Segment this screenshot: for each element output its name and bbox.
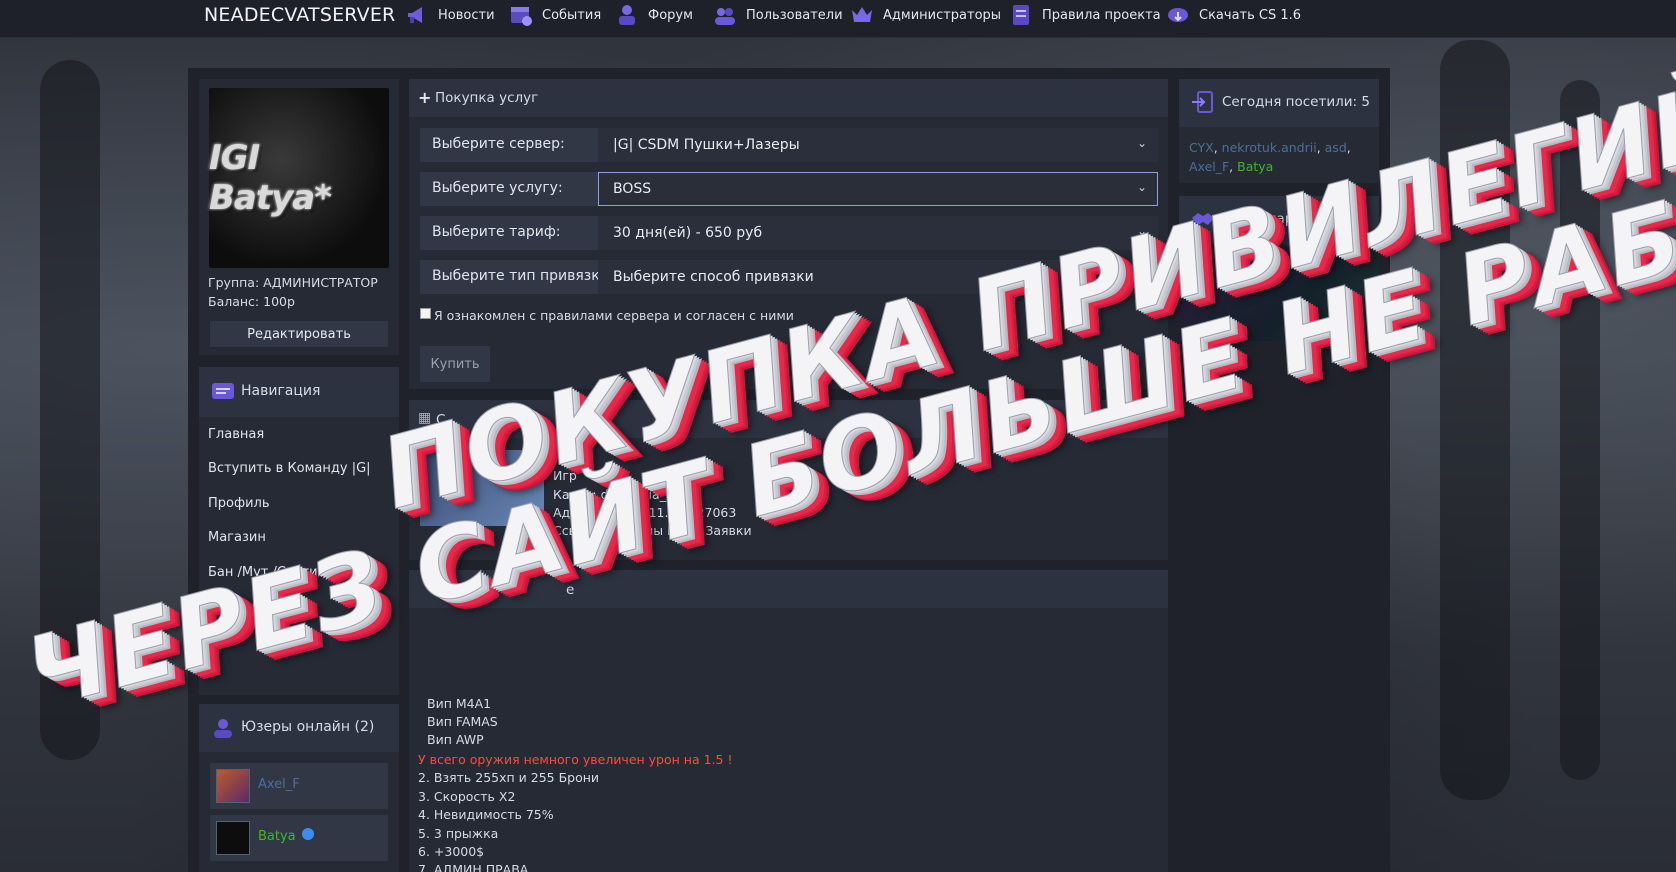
calendar-icon (511, 7, 532, 26)
nav-label: Форум (648, 7, 693, 23)
forum-icon (619, 5, 635, 25)
nav-news[interactable]: Новости (404, 2, 495, 28)
visitor-link[interactable]: CYX (1189, 140, 1214, 155)
users-online-icon (214, 719, 232, 738)
nav-rules[interactable]: Правила проекта (1008, 2, 1161, 28)
avatar-logo-text: IGI Batya* (209, 138, 332, 218)
brand-logo[interactable]: NEADECVATSERVER (204, 4, 395, 26)
nav-users[interactable]: Пользователи (712, 2, 843, 28)
binding-select-label: Выберите тип привязки: (432, 268, 614, 284)
visitors-title: Сегодня посетили: 5 (1222, 94, 1370, 110)
desc-numbered-line: 5. 3 прыжка (418, 826, 499, 841)
visitors-list: CYX, nekrotuk.andrii, asd, (1189, 140, 1351, 155)
nav-label: Скачать CS 1.6 (1199, 7, 1302, 23)
download-cloud-icon (1168, 8, 1188, 22)
nav-events[interactable]: События (508, 2, 601, 28)
desc-numbered-line: 3. Скорость Х2 (418, 789, 516, 804)
nav-download[interactable]: Скачать CS 1.6 (1165, 2, 1301, 28)
desc-numbered-line: 7. АДМИН ПРАВА (418, 862, 529, 872)
visitor-link[interactable]: asd (1325, 140, 1347, 155)
plus-icon: + (418, 88, 432, 107)
verified-icon (302, 828, 314, 840)
server-select[interactable]: |G| CSDM Пушки+Лазеры ⌄ (598, 128, 1158, 162)
user-avatar (216, 821, 250, 855)
desc-line: Вип AWP (427, 732, 484, 747)
online-users-title: Юзеры онлайн (2) (241, 719, 375, 735)
service-select-label: Выберите услугу: (432, 180, 563, 196)
avatar: IGI Batya* (209, 88, 389, 268)
desc-numbered-line: 6. +3000$ (418, 844, 485, 859)
chevron-down-icon: ⌄ (1136, 136, 1147, 150)
service-select[interactable]: BOSS ⌄ (598, 172, 1158, 206)
desc-warning-line: У всего оружия немного увеличен урон на … (418, 752, 733, 767)
profile-group: Группа: АДМИНИСТРАТОР (208, 275, 378, 290)
profile-balance: Баланс: 100р (208, 294, 295, 309)
visitor-link[interactable]: nekrotuk.andrii (1222, 140, 1317, 155)
nav-admins[interactable]: Администраторы (849, 2, 1001, 28)
buy-button[interactable]: Купить (420, 346, 490, 382)
nav-label: Пользователи (746, 7, 843, 23)
chevron-down-icon: ⌄ (1136, 180, 1147, 194)
visitors-list-2: Axel_F, Batya (1189, 159, 1274, 174)
purchase-title: Покупка услуг (435, 90, 539, 106)
server-select-label: Выберите сервер: (432, 136, 565, 152)
description-card (409, 570, 1168, 872)
nav-label: Новости (438, 7, 495, 23)
menu-item-home[interactable]: Главная (208, 427, 264, 442)
rules-icon (1013, 5, 1029, 25)
user-name[interactable]: Batya (258, 829, 296, 844)
navigation-title: Навигация (241, 383, 321, 399)
users-icon (715, 8, 735, 25)
menu-item-shop[interactable]: Магазин (208, 530, 266, 545)
visitor-link[interactable]: Batya (1237, 159, 1273, 174)
desc-line: Вип FAMAS (427, 714, 498, 729)
nav-label: События (542, 7, 602, 23)
navigation-icon (212, 383, 234, 399)
login-icon (1192, 91, 1213, 113)
agree-checkbox[interactable] (420, 308, 431, 319)
desc-numbered-line: 2. Взять 255хп и 255 Брони (418, 770, 600, 785)
desc-numbered-line: 4. Невидимость 75% (418, 807, 554, 822)
server-select-row: Выберите сервер: |G| CSDM Пушки+Лазеры ⌄ (420, 128, 1158, 162)
online-user-row[interactable]: Axel_F (210, 763, 388, 809)
online-user-row[interactable]: Batya (210, 815, 388, 861)
service-select-row: Выберите услугу: BOSS ⌄ (420, 172, 1158, 206)
agree-label: Я ознакомлен с правилами сервера и согла… (434, 308, 794, 323)
crown-icon (852, 7, 872, 22)
desc-line: Вип M4A1 (427, 696, 492, 711)
visitor-link[interactable]: Axel_F (1189, 159, 1229, 174)
tariff-select-label: Выберите тариф: (432, 224, 561, 240)
megaphone-icon (408, 7, 422, 23)
user-name[interactable]: Axel_F (258, 777, 300, 792)
user-avatar (216, 769, 250, 803)
menu-item-join-team[interactable]: Вступить в Команду |G| (208, 461, 371, 476)
nav-forum[interactable]: Форум (614, 2, 693, 28)
nav-label: Правила проекта (1042, 7, 1161, 23)
top-navbar: NEADECVATSERVER Новости События Форум По… (0, 0, 1676, 38)
edit-profile-button[interactable]: Редактировать (210, 321, 388, 347)
nav-label: Администраторы (883, 7, 1002, 23)
menu-item-profile[interactable]: Профиль (208, 496, 270, 511)
